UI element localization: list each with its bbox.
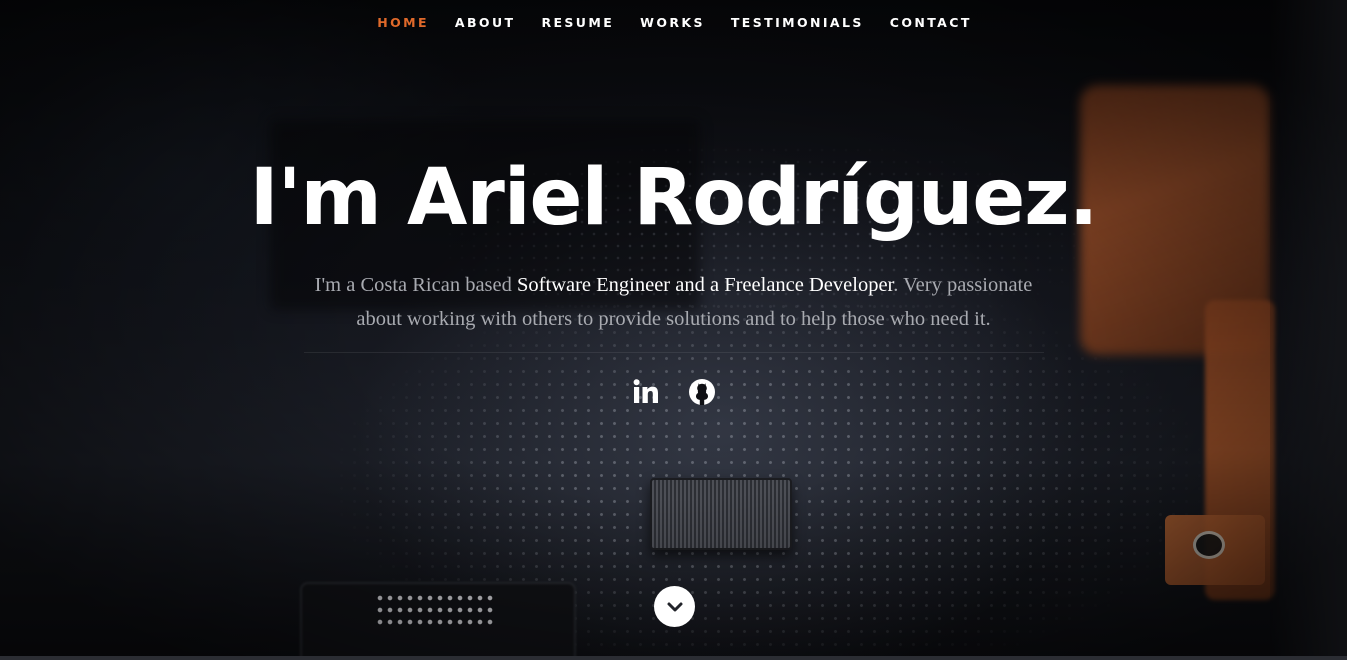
intro-text: I'm a Costa Rican based Software Enginee… [314,268,1034,336]
banner: I'm Ariel Rodríguez. I'm a Costa Rican b… [0,150,1347,412]
github-link[interactable] [687,377,717,407]
nav-item-resume: RESUME [541,14,614,32]
nav-link-works[interactable]: WORKS [640,15,705,30]
nav-link-testimonials[interactable]: TESTIMONIALS [731,15,864,30]
nav-item-about: ABOUT [455,14,516,32]
intro-text-part1: I'm a Costa Rican based [314,274,518,296]
nav-link-resume[interactable]: RESUME [541,15,614,30]
nav-item-works: WORKS [640,14,705,32]
chevron-down-icon [667,602,682,611]
social-item-github [687,377,717,412]
linkedin-link[interactable] [631,377,661,407]
main-nav: HOME ABOUT RESUME WORKS TESTIMONIALS CON… [0,0,1347,46]
nav-link-contact[interactable]: CONTACT [890,15,972,30]
linkedin-icon [633,379,658,403]
social-item-linkedin [631,377,661,412]
intro-text-highlight: Software Engineer and a Freelance Develo… [517,274,894,296]
nav-item-testimonials: TESTIMONIALS [731,14,864,32]
nav-link-home[interactable]: HOME [377,15,429,30]
nav-item-home: HOME [377,14,429,32]
headline: I'm Ariel Rodríguez. [249,153,1099,243]
github-icon [688,379,715,405]
divider [303,352,1044,353]
bottom-edge [0,656,1347,660]
nav-list: HOME ABOUT RESUME WORKS TESTIMONIALS CON… [362,14,985,32]
scroll-down-button[interactable] [654,586,695,627]
nav-item-contact: CONTACT [890,14,972,32]
nav-link-about[interactable]: ABOUT [455,15,516,30]
social-links [0,377,1347,412]
